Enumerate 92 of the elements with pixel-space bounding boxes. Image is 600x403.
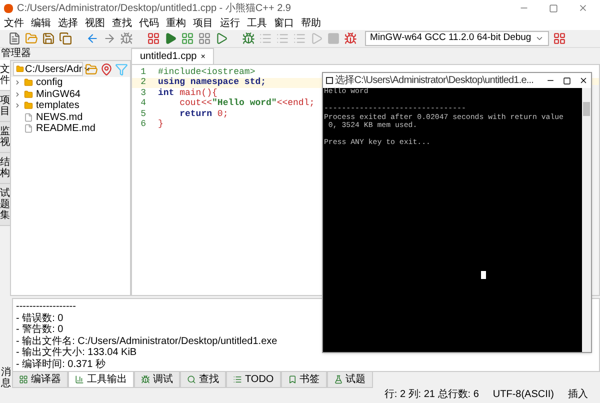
menu-item[interactable]: 帮助: [301, 16, 321, 30]
console-title: 选择C:\Users\Administrator\Desktop\untitled1.e...: [335, 74, 534, 88]
menu-item[interactable]: 选择: [58, 16, 78, 30]
line-number: 4: [140, 97, 146, 110]
code-line: #include<iostream>: [158, 66, 256, 78]
list-icon: [233, 375, 242, 384]
bottom-tab[interactable]: 试题: [326, 372, 373, 388]
menu-item[interactable]: 运行: [220, 16, 240, 30]
encoding: UTF-8(ASCII): [492, 388, 554, 402]
menu-item[interactable]: 窗口: [274, 16, 294, 30]
new-file-icon[interactable]: [8, 32, 21, 45]
code-line: cout<<"Hello word"<<endl;: [178, 97, 315, 110]
window-title: C:/Users/Administrator/Desktop/untitled1.cpp - 小熊猫C++ 2.9: [17, 2, 291, 16]
code-line: }: [158, 118, 164, 131]
file-icon: [24, 112, 33, 122]
insert-mode: 插入: [568, 388, 588, 402]
run-icon[interactable]: [164, 32, 177, 45]
maximize-icon[interactable]: [563, 76, 571, 84]
bar-chart-icon: [75, 375, 84, 384]
code-line: return 0;: [178, 108, 228, 120]
line-number: 6: [140, 118, 146, 131]
message-line: ------------------: [16, 301, 77, 312]
tree-item[interactable]: MinGW64: [11, 88, 130, 100]
flask-icon: [334, 375, 343, 384]
menu-item[interactable]: 项目: [193, 16, 213, 30]
expand-icon[interactable]: [14, 90, 21, 98]
cursor-position: 行: 2 列: 21 总行数: 6: [384, 388, 479, 402]
tree-item[interactable]: README.md: [11, 123, 130, 134]
folder-icon: [24, 78, 33, 88]
code-line: using namespace std;: [158, 76, 266, 88]
debug-run-icon[interactable]: [215, 32, 228, 45]
grid-icon: [19, 375, 28, 384]
message-line: - 错误数: 0: [16, 312, 64, 324]
bottom-tab[interactable]: 调试: [134, 372, 180, 388]
text-cursor: [481, 271, 486, 279]
bottom-tab[interactable]: 编译器: [12, 372, 68, 388]
menu-item[interactable]: 查找: [112, 16, 132, 30]
copy-icon[interactable]: [59, 32, 72, 45]
line-number: 2: [140, 76, 146, 89]
tree-item[interactable]: templates: [11, 100, 130, 112]
code-line: int main(){: [158, 86, 218, 98]
file-icon: [24, 124, 33, 134]
side-tab[interactable]: 文件: [0, 60, 10, 91]
menu-item[interactable]: 重构: [166, 16, 186, 30]
line-number: 5: [140, 108, 146, 120]
menu-item[interactable]: 文件: [4, 16, 24, 30]
menu-item[interactable]: 视图: [85, 16, 105, 30]
bottom-tab[interactable]: 查找: [180, 372, 226, 388]
tree-item[interactable]: NEWS.md: [11, 112, 130, 123]
menu-item[interactable]: 工具: [247, 16, 267, 30]
save-icon[interactable]: [42, 32, 55, 45]
app-icon: [4, 4, 13, 12]
bottom-tab[interactable]: TODO: [226, 372, 281, 388]
debug-icon[interactable]: [242, 32, 255, 45]
message-line: - 编译时间: 0.371 秒: [16, 358, 106, 370]
back-icon[interactable]: [86, 32, 99, 45]
locate-icon[interactable]: [100, 62, 113, 76]
bottom-tab[interactable]: 书签: [280, 372, 327, 388]
message-line: - 警告数: 0: [16, 324, 64, 336]
open-folder-icon[interactable]: [25, 32, 38, 45]
line-number: 3: [140, 86, 146, 99]
bug-icon: [141, 375, 150, 384]
console-icon: [326, 77, 333, 84]
bookmark-icon: [288, 375, 297, 384]
tree-item[interactable]: config: [11, 77, 130, 88]
expand-icon[interactable]: [14, 79, 21, 86]
menu-item[interactable]: 编辑: [31, 16, 51, 30]
folder-icon: [16, 65, 24, 73]
bottom-tab[interactable]: 工具输出: [68, 372, 134, 388]
expand-icon[interactable]: [14, 102, 21, 110]
side-tab[interactable]: 试题集: [0, 184, 10, 226]
menu-item[interactable]: 代码: [139, 16, 159, 30]
side-tab[interactable]: 消息: [1, 367, 11, 389]
message-line: - 输出文件名: C:/Users/Administrator/Desktop/untitled1.exe: [16, 336, 278, 346]
message-line: - 输出文件大小: 133.04 KiB: [16, 347, 138, 358]
side-tab[interactable]: 结构: [0, 153, 10, 184]
caret-icon[interactable]: [83, 65, 92, 73]
forward-icon[interactable]: [103, 32, 116, 45]
folder-icon: [24, 101, 33, 110]
side-tab[interactable]: 项目: [0, 91, 10, 122]
search-icon: [187, 375, 196, 384]
scrollbar[interactable]: [582, 88, 591, 352]
line-number: 1: [140, 66, 146, 78]
close-icon[interactable]: [579, 76, 588, 85]
editor-tab[interactable]: untitled1.cpp ×: [131, 48, 214, 64]
side-tab[interactable]: 监视: [0, 122, 10, 153]
open-folder-icon[interactable]: [85, 62, 98, 76]
tab-close[interactable]: ×: [200, 50, 206, 62]
compiler-select[interactable]: MinGW-w64 GCC 11.2.0 64-bit Debug: [365, 31, 550, 46]
folder-icon: [24, 90, 33, 99]
caret-icon[interactable]: [535, 34, 544, 43]
panel-title: 管理器: [0, 48, 32, 60]
